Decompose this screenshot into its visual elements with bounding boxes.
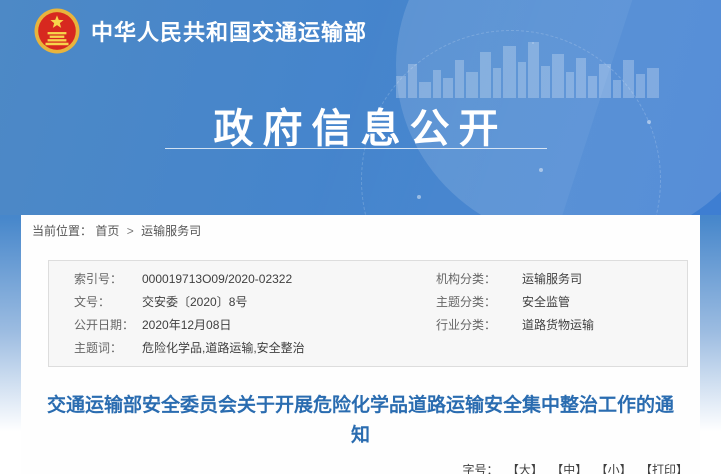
meta-label-topic-category: 主题分类： (436, 291, 522, 314)
site-header: 中华人民共和国交通运输部 (34, 8, 367, 54)
page-header-banner: 中华人民共和国交通运输部 政府信息公开 (0, 0, 721, 215)
meta-row-docnum-topic: 文号： 交安委〔2020〕8号 主题分类： 安全监管 (49, 291, 687, 314)
content-panel: 当前位置： 首页 > 运输服务司 索引号： 000019713O09/2020-… (21, 215, 700, 474)
meta-value-publish-date: 2020年12月08日 (142, 314, 436, 337)
meta-value-org-category: 运输服务司 (522, 268, 687, 291)
meta-label-keywords: 主题词： (74, 337, 142, 360)
meta-row-keywords: 主题词： 危险化学品,道路运输,安全整治 (49, 337, 687, 360)
breadcrumb-item-department[interactable]: 运输服务司 (141, 224, 201, 238)
meta-row-date-industry: 公开日期： 2020年12月08日 行业分类： 道路货物运输 (49, 314, 687, 337)
meta-value-doc-number: 交安委〔2020〕8号 (142, 291, 436, 314)
meta-value-index-number: 000019713O09/2020-02322 (142, 268, 436, 291)
city-skyline-icon (396, 42, 666, 98)
breadcrumb-label: 当前位置： (32, 224, 92, 238)
meta-label-industry-category: 行业分类： (436, 314, 522, 337)
breadcrumb: 当前位置： 首页 > 运输服务司 (21, 215, 700, 239)
national-emblem-icon (34, 8, 80, 54)
meta-label-index-number: 索引号： (74, 268, 142, 291)
meta-value-topic-category: 安全监管 (522, 291, 687, 314)
document-meta-table: 索引号： 000019713O09/2020-02322 机构分类： 运输服务司… (48, 260, 688, 367)
print-button[interactable]: 【打印】 (640, 463, 688, 474)
meta-value-keywords: 危险化学品,道路运输,安全整治 (142, 337, 436, 360)
font-size-label: 字号： (463, 463, 499, 474)
breadcrumb-item-home[interactable]: 首页 (95, 224, 119, 238)
meta-label-doc-number: 文号： (74, 291, 142, 314)
banner-underline (165, 148, 547, 149)
meta-label-publish-date: 公开日期： (74, 314, 142, 337)
site-title: 中华人民共和国交通运输部 (91, 15, 367, 47)
font-size-controls: 字号： 【大】 【中】 【小】 【打印】 (21, 462, 688, 474)
meta-value-industry-category: 道路货物运输 (522, 314, 687, 337)
font-size-large-button[interactable]: 【大】 (507, 463, 543, 474)
font-size-small-button[interactable]: 【小】 (596, 463, 632, 474)
font-size-medium-button[interactable]: 【中】 (551, 463, 587, 474)
meta-row-index-org: 索引号： 000019713O09/2020-02322 机构分类： 运输服务司 (49, 268, 687, 291)
document-title: 交通运输部安全委员会关于开展危险化学品道路运输安全集中整治工作的通知 (45, 391, 676, 451)
meta-label-org-category: 机构分类： (436, 268, 522, 291)
breadcrumb-separator: > (127, 224, 134, 238)
page-title: 政府信息公开 (0, 96, 721, 154)
